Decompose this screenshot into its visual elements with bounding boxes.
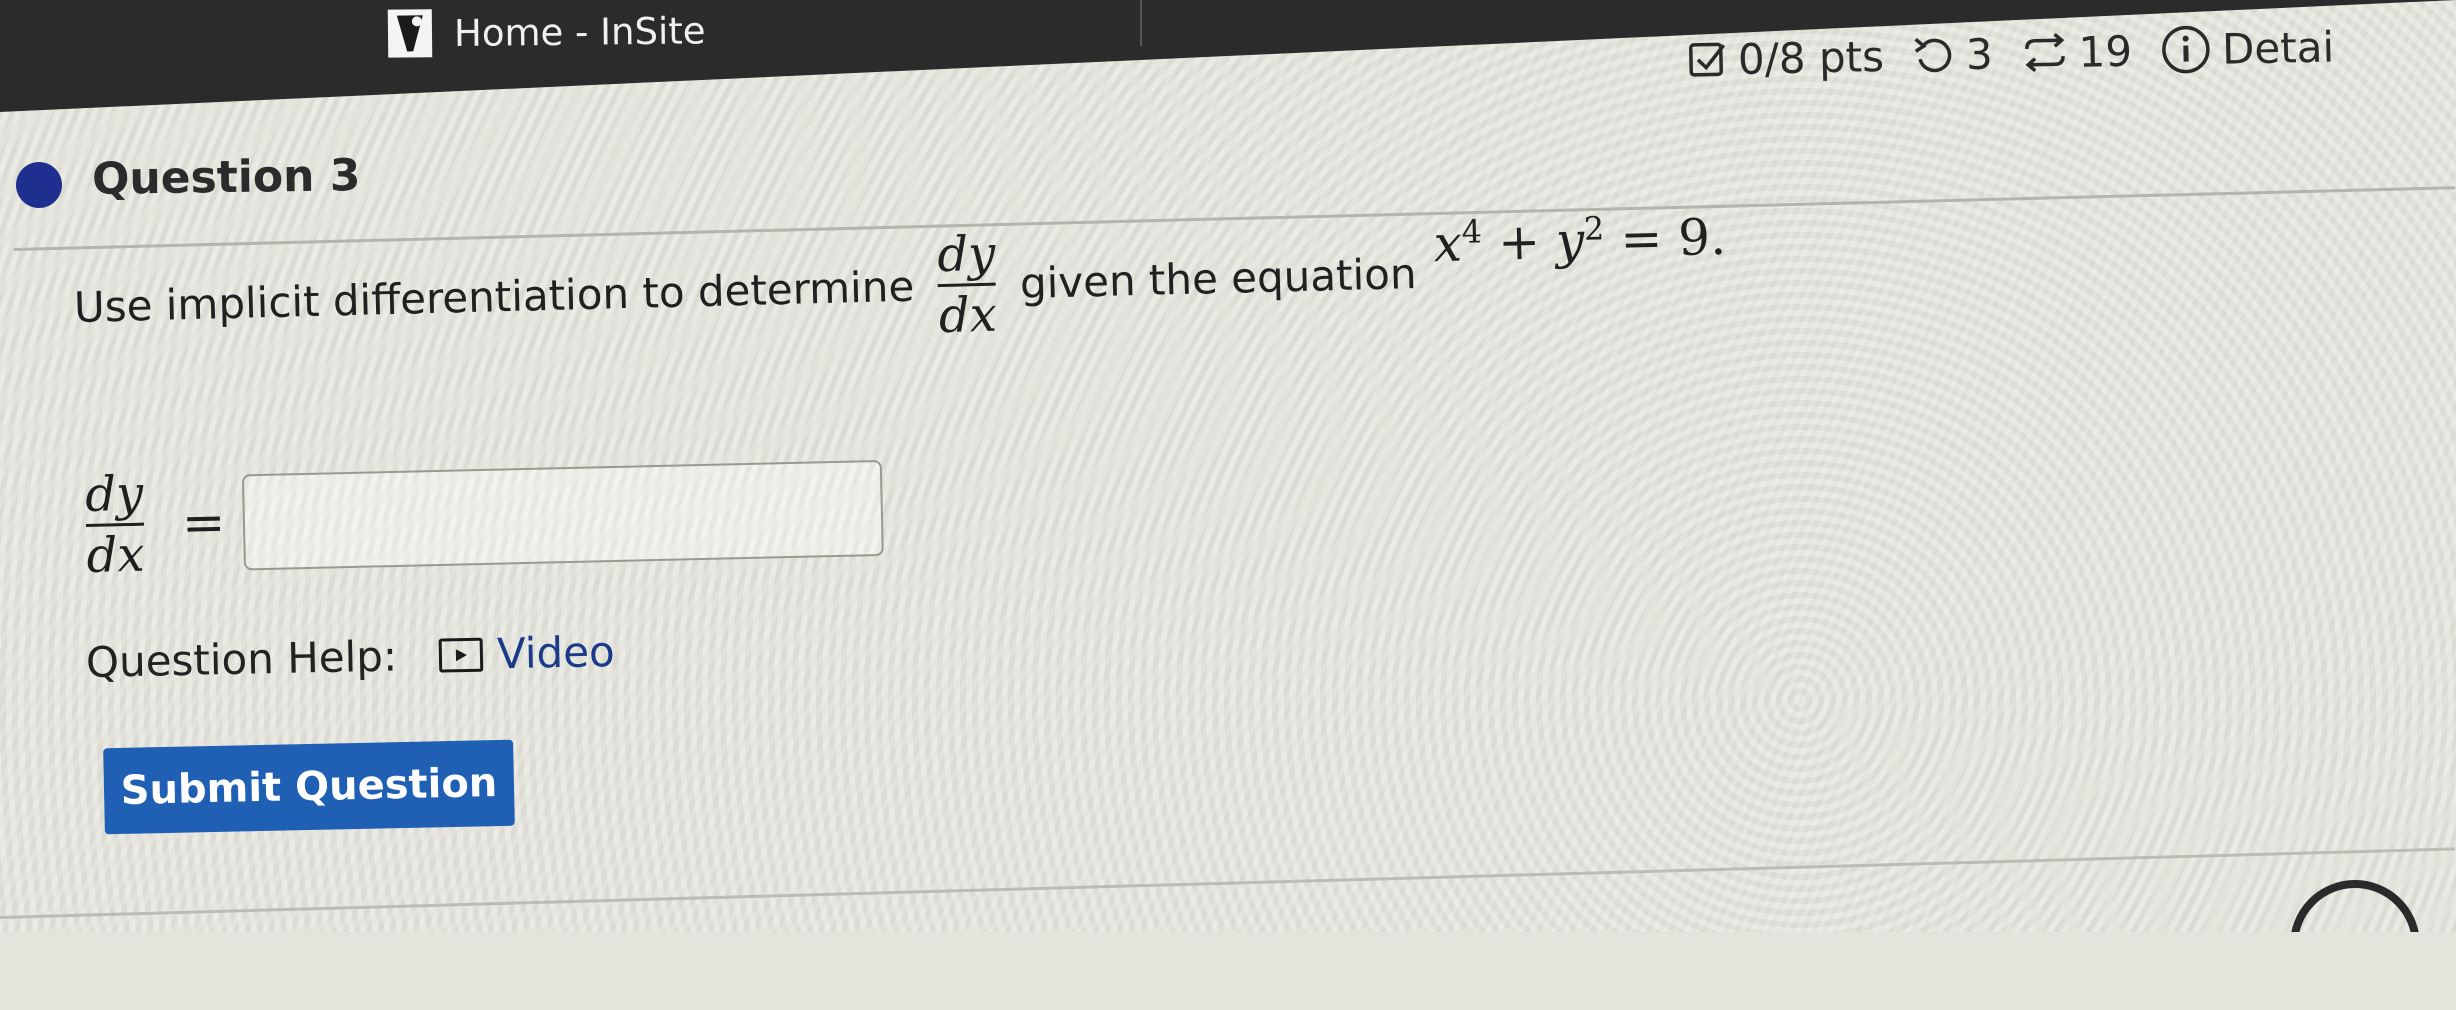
info-icon	[2162, 25, 2210, 74]
eq-rhs: = 9.	[1619, 207, 1727, 269]
answer-frac-denominator: dx	[86, 527, 146, 585]
video-label: Video	[496, 626, 616, 679]
retries-stat: 3	[1911, 29, 1993, 80]
prompt-text: Use implicit differentiation to determin…	[73, 262, 915, 333]
attempts-stat: 19	[2020, 26, 2133, 77]
answer-input[interactable]	[242, 459, 885, 571]
answer-row: dy dx =	[84, 452, 885, 585]
eq-x: x	[1432, 214, 1463, 274]
question-status-dot	[16, 162, 62, 208]
prompt-frac-denominator: dx	[938, 287, 998, 345]
eq-y: y	[1555, 211, 1585, 271]
video-link[interactable]: Video	[438, 626, 616, 680]
undo-icon	[1914, 37, 1952, 73]
prompt-equation: x4 + y2 = 9.	[1433, 206, 1727, 273]
footer-divider	[0, 847, 2456, 919]
points-value: 0/8 pts	[1737, 31, 1885, 84]
prompt-frac-numerator: dy	[936, 225, 996, 284]
question-help: Question Help: Video	[85, 627, 615, 687]
play-icon	[438, 637, 484, 673]
question-prompt: Use implicit differentiation to determin…	[73, 208, 1728, 364]
checkbox-icon	[1688, 42, 1726, 77]
tab-separator	[1140, 0, 1142, 46]
answer-frac-numerator: dy	[84, 465, 144, 524]
answer-equals: =	[181, 492, 227, 554]
eq-x-exponent: 4	[1461, 212, 1483, 251]
repeat-icon	[2024, 32, 2065, 73]
question-title: Question 3	[91, 150, 361, 205]
browser-tab-title: Home - InSite	[453, 8, 706, 55]
details-link[interactable]: Detai	[2160, 20, 2335, 76]
browser-tab[interactable]: Home - InSite	[387, 6, 706, 58]
partial-circle-icon	[2290, 880, 2420, 932]
insite-logo-icon	[387, 9, 433, 58]
points-stat: 0/8 pts	[1687, 31, 1884, 84]
prompt-text-2: given the equation	[1019, 249, 1418, 309]
eq-plus: +	[1497, 212, 1541, 272]
help-label: Question Help:	[85, 631, 398, 687]
retries-value: 3	[1965, 29, 1994, 79]
eq-y-exponent: 2	[1583, 209, 1605, 248]
attempts-value: 19	[2078, 26, 2133, 77]
answer-derivative-label: dy dx	[84, 465, 146, 585]
details-label: Detai	[2221, 21, 2335, 74]
submit-question-button[interactable]: Submit Question	[103, 739, 515, 835]
prompt-derivative: dy dx	[936, 225, 998, 345]
